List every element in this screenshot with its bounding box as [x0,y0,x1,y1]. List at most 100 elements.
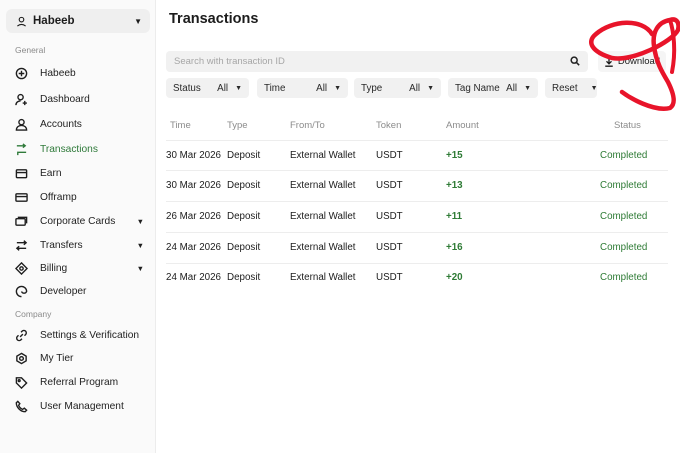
filter-value: All [506,82,518,94]
filter-time[interactable]: Time All ▼ [257,78,348,98]
sidebar-item-settings-verification[interactable]: Settings & Verification [14,326,150,344]
sidebar-item-label: Settings & Verification [40,329,140,341]
column-header-time[interactable]: Time [170,120,191,131]
chevron-down-icon: ▼ [136,240,144,250]
filter-value: All [217,82,229,94]
tag-icon [14,375,28,389]
sidebar-item-my-tier[interactable]: My Tier [14,349,150,367]
filter-reset[interactable]: Reset ▼ [545,78,598,98]
download-button[interactable]: Download [598,51,666,72]
wallet-icon [14,166,28,180]
column-header-from-to[interactable]: From/To [290,120,325,131]
sidebar-item-label: Earn [40,167,62,179]
cell-time: 24 Mar 2026 [166,272,222,283]
column-header-status[interactable]: Status [614,120,641,131]
sidebar-item-label: User Management [40,400,124,412]
section-label-company: Company [15,309,52,319]
cell-time: 24 Mar 2026 [166,242,222,253]
filter-label: Status [173,82,201,94]
cell-amount: +16 [446,242,463,253]
section-label-general: General [15,45,46,55]
account-name: Habeeb [33,15,75,27]
search-icon[interactable] [570,53,580,71]
row-divider [166,140,668,141]
cell-from-to: External Wallet [290,180,356,191]
sidebar-item-user-management[interactable]: User Management [14,397,150,415]
cell-type: Deposit [227,150,261,161]
row-divider [166,170,668,171]
sidebar-item-label: Developer [40,285,87,297]
cell-token: USDT [376,211,403,222]
cell-time: 26 Mar 2026 [166,211,222,222]
tier-icon [14,351,28,365]
row-divider [166,232,668,233]
filter-label: Type [361,82,383,94]
sidebar-item-referral-program[interactable]: Referral Program [14,373,150,391]
user-icon [17,16,26,27]
cell-from-to: External Wallet [290,150,356,161]
cell-token: USDT [376,242,403,253]
download-icon [605,57,613,67]
cell-type: Deposit [227,272,261,283]
filter-label: Tag Name [455,82,500,94]
sidebar-item-habeeb[interactable]: Habeeb [14,64,150,82]
swirl-icon [14,284,28,298]
user-icon [14,117,28,131]
status-badge: Completed [600,272,648,283]
plus-circle-icon [14,66,28,80]
cell-type: Deposit [227,180,261,191]
sidebar-item-dashboard[interactable]: Dashboard [14,90,150,108]
sidebar-item-label: Offramp [40,191,77,203]
row-divider [166,263,668,264]
account-switcher[interactable]: Habeeb ▼ [6,9,150,33]
search-placeholder: Search with transaction ID [174,56,285,67]
sidebar-item-offramp[interactable]: Offramp [14,188,150,206]
cell-type: Deposit [227,242,261,253]
sidebar-item-label: My Tier [40,352,74,364]
sidebar-item-transactions[interactable]: Transactions [14,140,150,158]
sidebar-item-label: Accounts [40,118,82,130]
search-input[interactable]: Search with transaction ID [166,51,588,72]
chevron-down-icon: ▼ [136,216,144,226]
cell-from-to: External Wallet [290,272,356,283]
filter-tag-name[interactable]: Tag Name All ▼ [448,78,538,98]
sidebar-item-earn[interactable]: Earn [14,164,150,182]
filter-type[interactable]: Type All ▼ [354,78,441,98]
sidebar-item-label: Corporate Cards [40,215,116,227]
user-plus-icon [14,92,28,106]
sidebar-item-transfers[interactable]: Transfers ▼ [14,236,150,254]
cell-time: 30 Mar 2026 [166,180,222,191]
column-header-token[interactable]: Token [376,120,401,131]
chevron-down-icon: ▼ [524,84,531,92]
cell-type: Deposit [227,211,261,222]
cell-token: USDT [376,180,403,191]
cell-token: USDT [376,272,403,283]
filter-value: All [316,82,328,94]
cell-amount: +13 [446,180,463,191]
chevron-down-icon: ▼ [334,84,341,92]
sidebar-item-billing[interactable]: Billing ▼ [14,259,150,277]
cell-time: 30 Mar 2026 [166,150,222,161]
sidebar-item-label: Dashboard [40,93,90,105]
row-divider [166,201,668,202]
transfer-icon [14,238,28,252]
chevron-down-icon: ▼ [235,84,242,92]
sidebar-item-label: Habeeb [40,67,76,79]
sidebar-item-accounts[interactable]: Accounts [14,115,150,133]
sidebar-item-corporate-cards[interactable]: Corporate Cards ▼ [14,212,150,230]
phone-icon [14,399,28,413]
transfer-arrows-icon [14,142,28,156]
filter-status[interactable]: Status All ▼ [166,78,249,98]
column-header-amount[interactable]: Amount [446,120,479,131]
cell-amount: +20 [446,272,463,283]
status-badge: Completed [600,150,648,161]
cell-token: USDT [376,150,403,161]
column-header-type[interactable]: Type [227,120,248,131]
sidebar-item-developer[interactable]: Developer [14,282,150,300]
download-label: Download [617,56,661,67]
sidebar-item-label: Transactions [40,143,98,155]
filter-label: Time [264,82,286,94]
cell-from-to: External Wallet [290,211,356,222]
cell-amount: +15 [446,150,463,161]
sidebar-item-label: Billing [40,262,68,274]
